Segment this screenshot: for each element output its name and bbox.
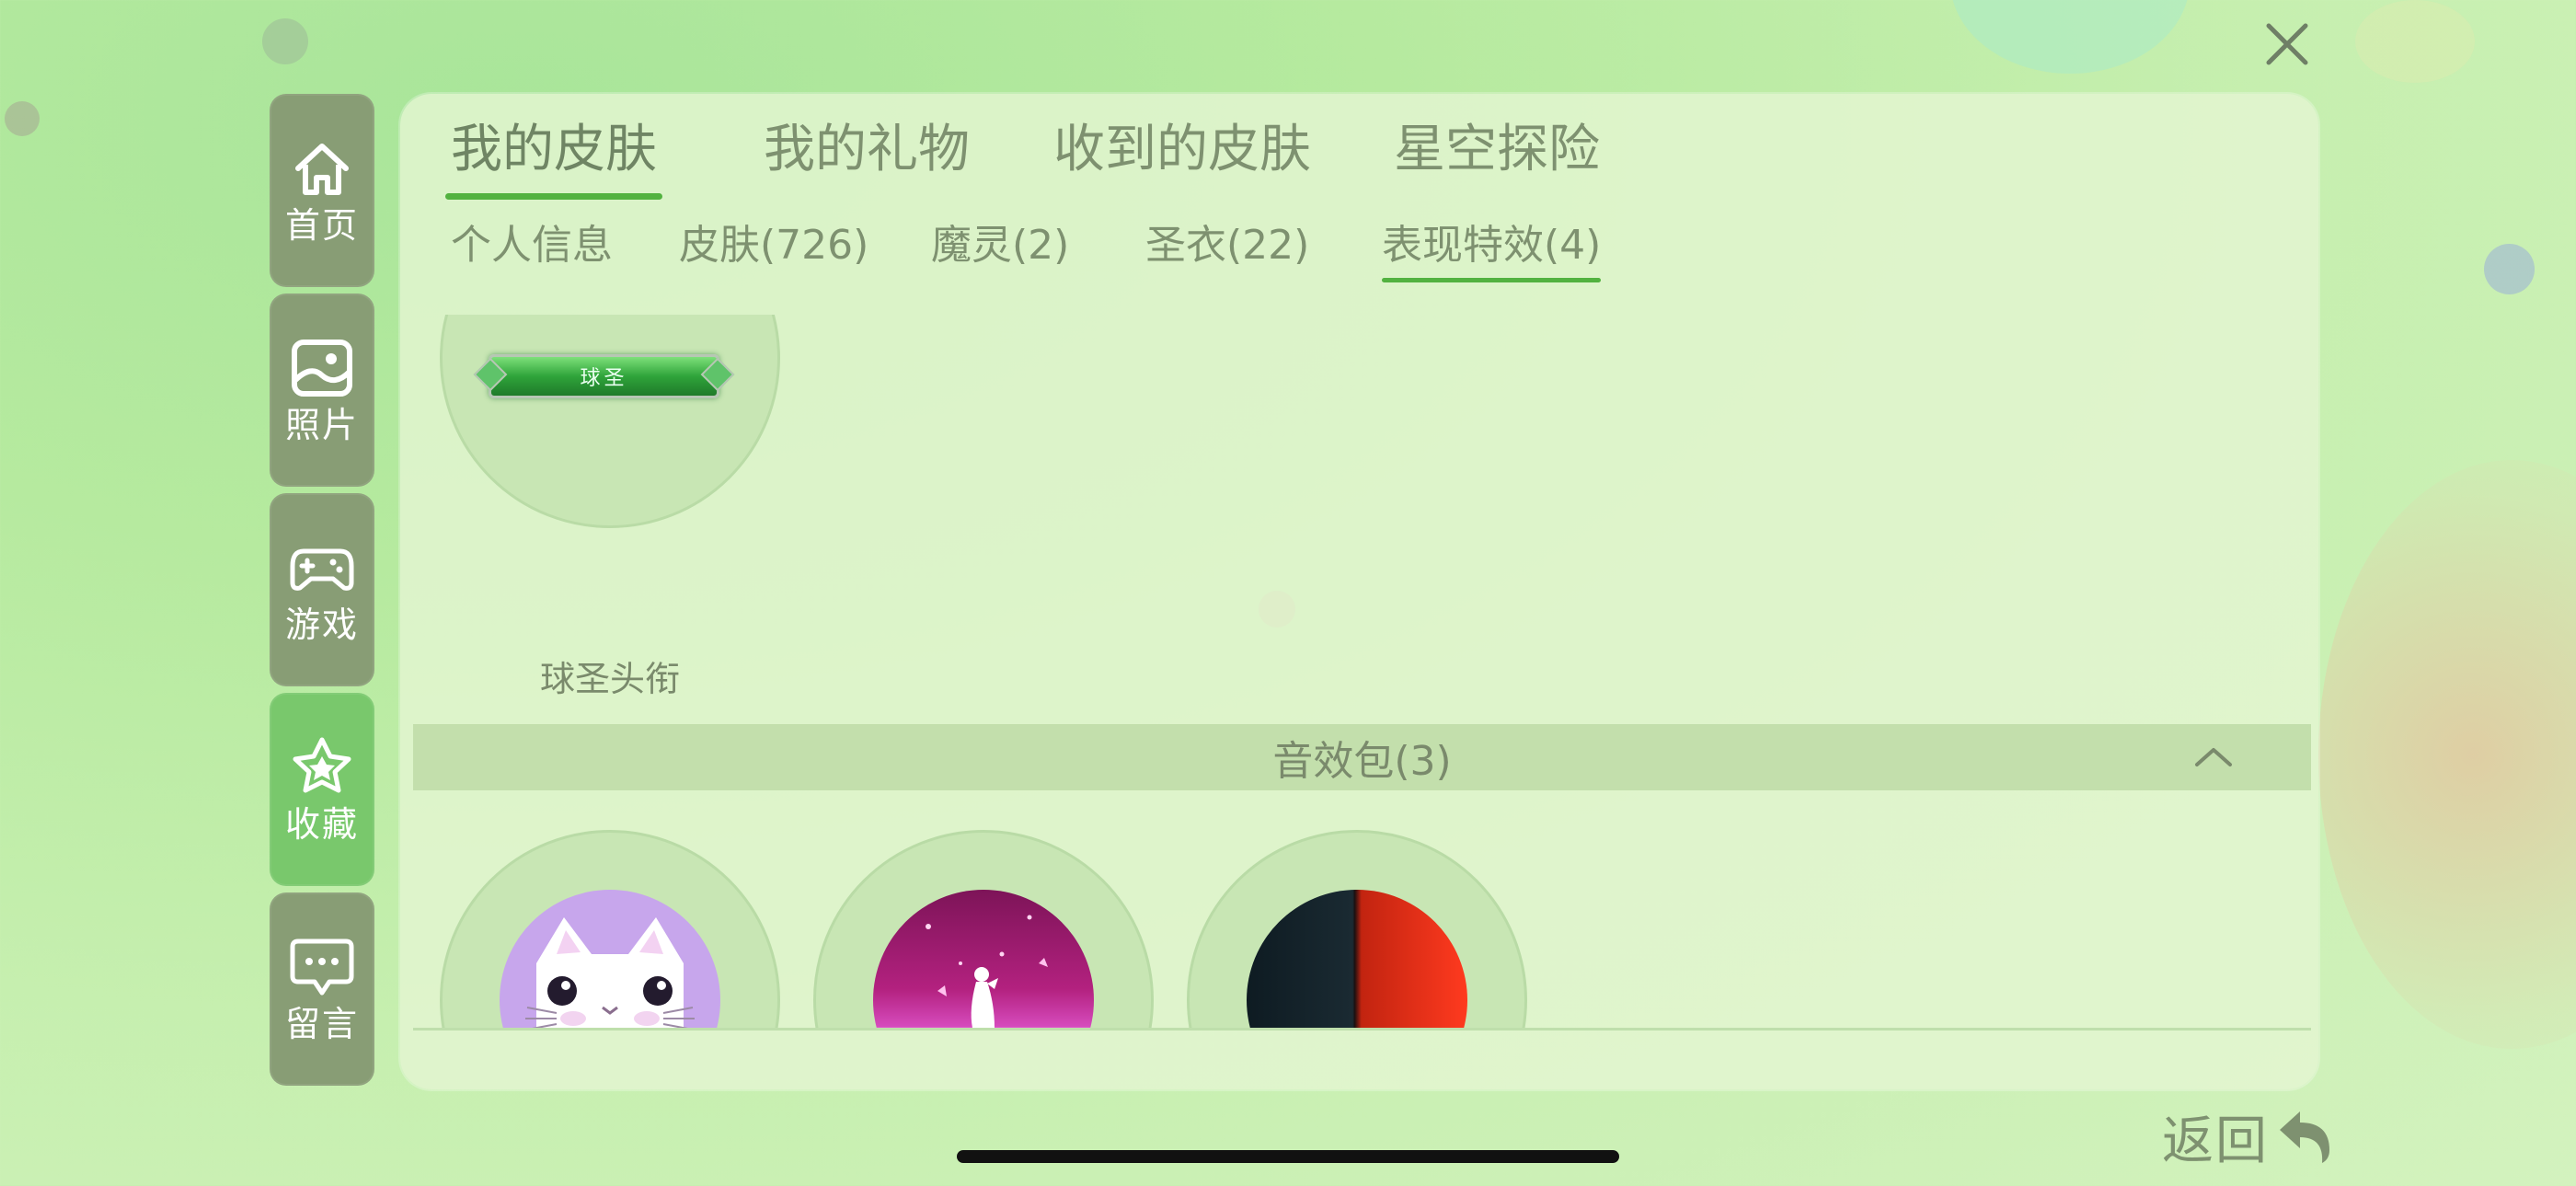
sidebar-item-label: 照片 — [284, 405, 359, 445]
sound-pack-item-split[interactable] — [1187, 830, 1527, 1028]
sound-pack-section-header[interactable]: 音效包(3) — [413, 724, 2311, 790]
sound-pack-item-cat[interactable] — [440, 830, 780, 1028]
content-panel: 我的皮肤 我的礼物 收到的皮肤 星空探险 个人信息 皮肤(726) 魔灵(2) … — [400, 94, 2318, 1089]
back-label: 返回 — [2162, 1111, 2269, 1171]
sidebar-item-label: 留言 — [284, 1004, 359, 1044]
back-arrow-icon — [2280, 1111, 2329, 1163]
white-cat-thumbnail — [500, 890, 720, 1028]
sidebar-item-home[interactable]: 首页 — [270, 94, 374, 287]
subtab-label: 魔灵(2) — [931, 222, 1070, 269]
tab-label: 收到的皮肤 — [1053, 120, 1311, 179]
sound-pack-item-fairy[interactable] — [813, 830, 1154, 1028]
tab-label: 星空探险 — [1394, 120, 1600, 179]
star-icon — [293, 737, 351, 793]
sidebar-item-games[interactable]: 游戏 — [270, 493, 374, 686]
sidebar-item-label: 收藏 — [284, 804, 359, 845]
sound-pack-row — [400, 830, 2318, 1028]
effects-list: 球圣 球圣头衔 音效包(3) — [400, 315, 2318, 1089]
subtab-label: 个人信息 — [451, 222, 613, 269]
subtab-label: 表现特效(4) — [1382, 222, 1602, 269]
back-button[interactable]: 返回 — [2162, 1100, 2335, 1173]
sidebar: 首页 照片 游戏 收藏 留言 — [270, 94, 374, 1092]
sidebar-item-photos[interactable]: 照片 — [270, 294, 374, 487]
home-indicator[interactable] — [957, 1150, 1619, 1163]
close-icon — [2266, 23, 2308, 65]
gamepad-icon — [290, 548, 354, 591]
title-badge-text: 球圣 — [580, 367, 628, 390]
home-icon — [295, 144, 349, 195]
tab-received-skins[interactable]: 收到的皮肤 — [1053, 112, 1311, 188]
sidebar-item-label: 首页 — [284, 205, 359, 246]
sidebar-item-label: 游戏 — [284, 605, 359, 645]
tab-starry-adventure[interactable]: 星空探险 — [1394, 112, 1600, 188]
message-icon — [290, 938, 354, 996]
tab-label: 我的礼物 — [764, 120, 970, 179]
subtab-label: 皮肤(726) — [679, 222, 869, 269]
subtab-armor[interactable]: 圣衣(22) — [1145, 213, 1309, 278]
subtab-spirits[interactable]: 魔灵(2) — [931, 213, 1069, 278]
title-badge: 球圣 — [489, 354, 719, 398]
title-badge-item[interactable]: 球圣 — [440, 315, 780, 528]
tab-my-gifts[interactable]: 我的礼物 — [764, 112, 970, 188]
close-button[interactable] — [2261, 18, 2313, 70]
black-red-thumbnail — [1247, 890, 1467, 1028]
subtab-profile[interactable]: 个人信息 — [451, 213, 613, 278]
pink-fairy-thumbnail — [873, 890, 1094, 1028]
title-badge-name: 球圣头衔 — [539, 659, 680, 699]
sidebar-item-favorites[interactable]: 收藏 — [270, 693, 374, 886]
subtab-skins[interactable]: 皮肤(726) — [679, 213, 868, 278]
active-subtab-indicator — [1382, 278, 1602, 282]
chevron-up-icon[interactable] — [2193, 739, 2234, 776]
subtab-effects[interactable]: 表现特效(4) — [1382, 213, 1602, 282]
active-tab-indicator — [445, 193, 662, 200]
tab-my-skins[interactable]: 我的皮肤 — [445, 112, 662, 200]
section-title: 音效包(3) — [1272, 738, 1452, 785]
photo-icon — [292, 340, 352, 397]
tab-label: 我的皮肤 — [451, 120, 657, 179]
sidebar-item-messages[interactable]: 留言 — [270, 892, 374, 1086]
subtab-label: 圣衣(22) — [1145, 222, 1310, 269]
divider — [413, 1028, 2311, 1031]
